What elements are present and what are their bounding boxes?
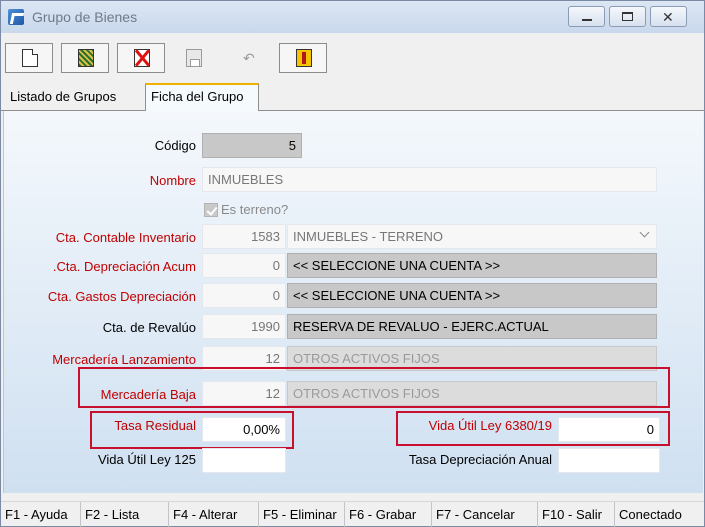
nombre-label: Nombre [149,173,196,188]
cta-revaluo-name[interactable]: RESERVA DE REVALUO - EJERC.ACTUAL [287,314,657,339]
undo-icon: ↶ [243,50,255,66]
status-f5-eliminar[interactable]: F5 - Eliminar [259,502,345,527]
title-bar: Grupo de Bienes ✕ [1,1,704,33]
cta-inventario-code[interactable]: 1583 [202,224,286,249]
status-connection: Conectado [619,507,682,522]
chevron-down-icon[interactable] [639,227,650,238]
undo-button[interactable]: ↶ [223,43,271,73]
app-icon [8,9,24,25]
codigo-label: Código [154,138,196,153]
form-panel: Código 5 Nombre INMUEBLES Es terreno? Ct… [3,111,703,493]
cta-depreciacion-acum-name[interactable]: << SELECCIONE UNA CUENTA >> [287,253,657,278]
cta-gastos-depreciacion-code[interactable]: 0 [202,283,286,308]
vida-util-125-input[interactable] [202,448,286,473]
nombre-input[interactable]: INMUEBLES [202,167,657,192]
maximize-button[interactable] [609,6,646,27]
status-bar: F1 - Ayuda F2 - Lista F4 - Alterar F5 - … [1,501,704,527]
tab-listado-de-grupos[interactable]: Listado de Grupos [5,85,145,111]
toolbar: ↶ [1,39,704,73]
cta-gastos-depreciacion-name[interactable]: << SELECCIONE UNA CUENTA >> [287,283,657,308]
maximize-icon [622,12,633,21]
edit-icon [78,49,94,67]
close-button[interactable]: ✕ [650,6,687,27]
tasa-residual-label: Tasa Residual [114,418,196,433]
save-icon [186,49,202,67]
cta-depreciacion-acum-code[interactable]: 0 [202,253,286,278]
es-terreno-checkbox[interactable] [204,203,218,217]
new-document-icon [22,49,38,67]
status-f2-lista[interactable]: F2 - Lista [81,502,169,527]
tab-bar: Listado de Grupos Ficha del Grupo [1,83,704,112]
edit-button[interactable] [61,43,109,73]
cta-inventario-label: Cta. Contable Inventario [55,230,196,245]
close-icon: ✕ [662,9,674,25]
tasa-depreciacion-anual-input[interactable] [558,448,660,473]
main-window: Grupo de Bienes ✕ ↶ Listado de Grupos Fi… [0,0,705,527]
cta-revaluo-label: Cta. de Revalúo [102,320,196,335]
tab-ficha-del-grupo[interactable]: Ficha del Grupo [145,83,259,112]
codigo-field[interactable]: 5 [202,133,302,158]
mercaderia-baja-code[interactable]: 12 [202,381,286,406]
status-f7-cancelar[interactable]: F7 - Cancelar [432,502,538,527]
save-button[interactable] [169,43,217,73]
exit-button[interactable] [279,43,327,73]
minimize-icon [582,19,592,21]
vida-util-125-label: Vida Útil Ley 125 [97,452,196,467]
status-f6-grabar[interactable]: F6 - Grabar [345,502,432,527]
status-f4-alterar[interactable]: F4 - Alterar [169,502,259,527]
exit-door-icon [296,49,312,67]
vida-util-6380-input[interactable]: 0 [558,417,660,442]
cta-revaluo-code[interactable]: 1990 [202,314,286,339]
delete-icon [134,49,150,67]
tasa-depreciacion-anual-label: Tasa Depreciación Anual [408,452,552,467]
mercaderia-baja-name[interactable]: OTROS ACTIVOS FIJOS [287,381,657,406]
cta-gastos-depreciacion-label: Cta. Gastos Depreciación [47,289,196,304]
status-f10-salir[interactable]: F10 - Salir [538,502,615,527]
mercaderia-baja-label: Mercadería Baja [100,387,196,402]
vida-util-6380-label: Vida Útil Ley 6380/19 [428,418,552,433]
cta-depreciacion-acum-label: .Cta. Depreciación Acum [52,259,196,274]
window-title: Grupo de Bienes [32,9,138,25]
delete-button[interactable] [117,43,165,73]
es-terreno-label: Es terreno? [221,202,289,217]
new-button[interactable] [5,43,53,73]
status-f1-ayuda[interactable]: F1 - Ayuda [1,502,81,527]
cta-inventario-select[interactable]: INMUEBLES - TERRENO [287,224,657,249]
tasa-residual-input[interactable]: 0,00% [202,417,286,442]
minimize-button[interactable] [568,6,605,27]
